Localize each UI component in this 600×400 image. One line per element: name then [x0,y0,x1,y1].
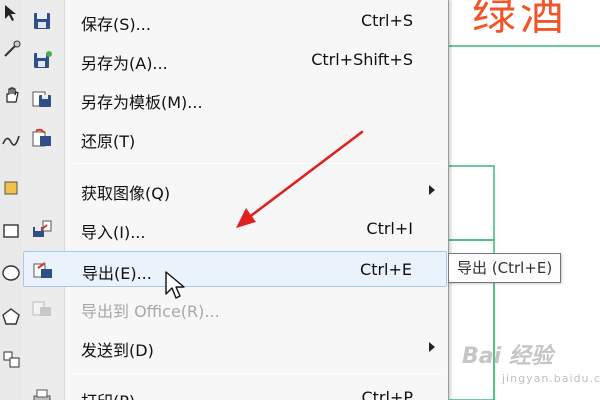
revert-icon [31,128,53,148]
menu-item-label: 导出(E)... [82,264,152,283]
pan-hand-tool-icon[interactable] [1,84,23,106]
menu-item-label: 另存为(A)... [81,54,168,73]
baidu-watermark: Bai 经验 jingyan.baidu.com [462,338,600,388]
menu-item-print[interactable]: 打印(P)... Ctrl+P [23,380,447,400]
menu-separator [73,163,441,164]
freehand-tool-icon[interactable] [1,128,23,150]
watermark-text: Bai 经验 [462,344,553,369]
menu-item-save-as[interactable]: 另存为(A)... Ctrl+Shift+S [23,42,447,78]
menu-item-export-to-office[interactable]: 导出到 Office(R)... [23,290,447,326]
menu-item-shortcut: Ctrl+Shift+S [311,50,413,69]
print-icon [31,388,53,400]
menu-item-label: 导出到 Office(R)... [81,302,220,321]
menu-item-label: 另存为模板(M)... [81,93,203,112]
smart-fill-tool-icon[interactable] [1,176,23,198]
menu-item-export[interactable]: 导出(E)... Ctrl+E [23,251,447,287]
menu-item-revert[interactable]: 还原(T) [23,120,447,156]
menu-separator [73,373,441,374]
menu-item-save[interactable]: 保存(S)... Ctrl+S [23,3,447,39]
ellipse-tool-icon[interactable] [1,262,23,284]
menu-item-acquire-image[interactable]: 获取图像(Q) [23,172,447,208]
basic-shapes-tool-icon[interactable] [1,348,23,370]
menu-item-shortcut: Ctrl+S [360,11,413,30]
menu-item-label: 发送到(D) [81,341,154,360]
file-menu: 保存(S)... Ctrl+S 另存为(A)... Ctrl+Shift+S 另… [21,0,449,400]
menu-item-send-to[interactable]: 发送到(D) [23,329,447,365]
watermark-subtext: jingyan.baidu.com [502,372,600,385]
pick-tool-icon[interactable] [1,2,23,24]
import-icon [31,219,53,239]
menu-item-shortcut: Ctrl+P [361,388,413,400]
menu-item-label: 导入(I)... [81,223,146,242]
menu-item-label: 获取图像(Q) [81,184,171,203]
submenu-arrow-icon [429,185,435,195]
save-template-icon [31,89,53,109]
submenu-arrow-icon [429,342,435,352]
mouse-cursor-icon [164,270,188,306]
polygon-tool-icon[interactable] [1,306,23,328]
rectangle-tool-icon[interactable] [1,220,23,242]
menu-item-label: 还原(T) [81,132,136,151]
save-icon [31,11,53,31]
shape-tool-icon[interactable] [1,38,23,60]
export-icon [32,260,54,280]
menu-item-label: 保存(S)... [81,15,151,34]
menu-item-shortcut: Ctrl+E [360,260,412,279]
menu-item-import[interactable]: 导入(I)... Ctrl+I [23,211,447,247]
export-tooltip: 导出 (Ctrl+E) [448,253,562,283]
menu-item-shortcut: Ctrl+I [366,219,413,238]
save-as-icon [31,50,53,70]
menu-item-save-as-template[interactable]: 另存为模板(M)... [23,81,447,117]
menu-item-label: 打印(P)... [81,388,150,400]
export-office-icon [31,298,53,318]
